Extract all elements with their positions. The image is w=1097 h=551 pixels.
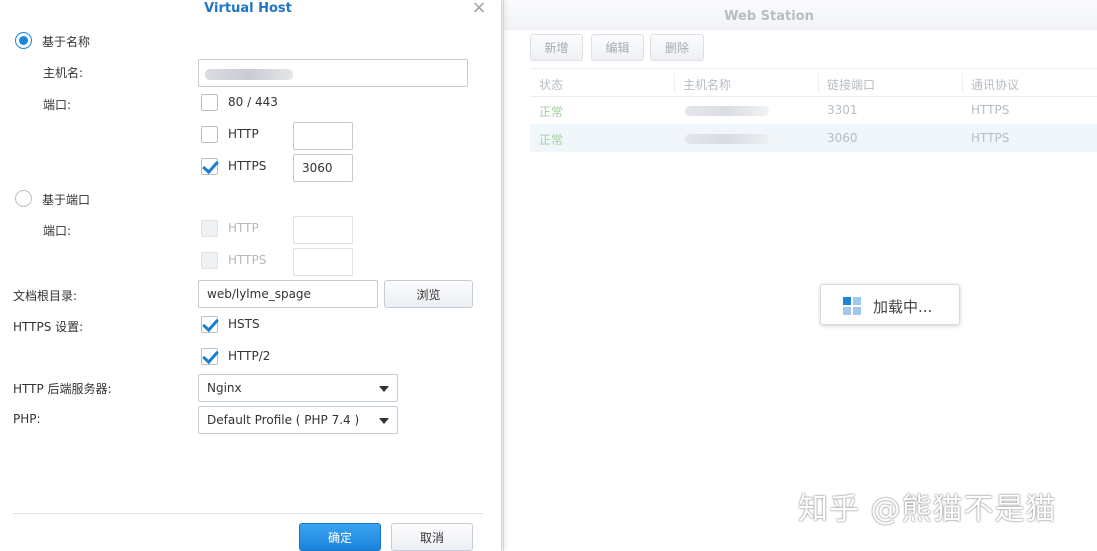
backend-value: Nginx — [207, 381, 242, 395]
column-header-protocol[interactable]: 通讯协议 — [971, 76, 1019, 93]
ok-button[interactable]: 确定 — [299, 523, 381, 551]
port-based-label: 基于端口 — [42, 193, 91, 207]
add-button[interactable]: 新增 — [530, 34, 583, 61]
loading-text: 加载中... — [873, 298, 933, 316]
web-station-title: Web Station — [724, 9, 814, 24]
dialog-title: Virtual Host — [204, 1, 292, 16]
browse-button[interactable]: 浏览 — [384, 280, 473, 308]
table-row[interactable]: 正常 3301 HTTPS — [530, 96, 1097, 124]
https-port-label: HTTPS — [228, 159, 267, 173]
http-port-input[interactable] — [293, 122, 353, 150]
hsts-checkbox[interactable] — [201, 316, 218, 333]
column-header-status[interactable]: 状态 — [539, 76, 563, 93]
https-port-input[interactable]: 3060 — [293, 154, 353, 182]
port-based-https-label: HTTPS — [228, 253, 267, 267]
port-based-https-input[interactable] — [293, 248, 353, 276]
docroot-label: 文档根目录: — [13, 289, 78, 303]
table-row[interactable]: 正常 3060 HTTPS — [530, 124, 1097, 152]
http-port-checkbox[interactable] — [201, 126, 218, 143]
https-settings-label: HTTPS 设置: — [13, 320, 84, 334]
virtual-host-dialog: Virtual Host × 基于名称 主机名: 端口: 80 / 443 HT… — [0, 0, 502, 551]
close-icon[interactable]: × — [470, 0, 488, 18]
backend-label: HTTP 后端服务器: — [13, 382, 112, 396]
table-header: 状态 主机名称 链接端口 通讯协议 — [530, 68, 1097, 97]
web-station-window: Web Station 新增 编辑 删除 状态 主机名称 链接端口 通讯协议 正… — [503, 0, 1097, 551]
delete-button[interactable]: 删除 — [650, 34, 704, 61]
dialog-divider — [13, 513, 483, 514]
watermark: 知乎 @熊猫不是猫 — [798, 492, 1057, 527]
edit-button[interactable]: 编辑 — [591, 34, 644, 61]
status-cell: 正常 — [539, 133, 564, 147]
php-label: PHP: — [13, 412, 41, 426]
port-based-http-checkbox[interactable] — [201, 220, 218, 237]
port-80-443-label: 80 / 443 — [228, 95, 278, 109]
hostname-cell-redacted — [685, 134, 769, 144]
port-cell: 3060 — [827, 131, 858, 145]
http-port-label: HTTP — [228, 127, 259, 141]
hostname-label: 主机名: — [43, 66, 84, 80]
port-based-https-checkbox[interactable] — [201, 252, 218, 269]
chevron-down-icon — [379, 418, 389, 424]
column-header-port[interactable]: 链接端口 — [827, 76, 875, 93]
column-header-hostname[interactable]: 主机名称 — [683, 76, 731, 93]
port-cell: 3301 — [827, 103, 858, 117]
http2-label: HTTP/2 — [228, 349, 271, 363]
hostname-redacted — [205, 69, 293, 80]
port-based-port-label: 端口: — [43, 224, 72, 238]
name-based-label: 基于名称 — [42, 35, 91, 49]
status-cell: 正常 — [539, 105, 564, 119]
http2-checkbox[interactable] — [201, 348, 218, 365]
port-based-radio[interactable] — [15, 190, 32, 207]
cancel-button[interactable]: 取消 — [391, 523, 473, 551]
protocol-cell: HTTPS — [971, 131, 1010, 145]
chevron-down-icon — [379, 386, 389, 392]
docroot-input[interactable]: web/lylme_spage — [198, 280, 378, 308]
protocol-cell: HTTPS — [971, 103, 1010, 117]
https-port-checkbox[interactable] — [201, 158, 218, 175]
port-label: 端口: — [43, 98, 72, 112]
port-based-http-label: HTTP — [228, 221, 259, 235]
backend-select[interactable]: Nginx — [198, 374, 398, 402]
php-select[interactable]: Default Profile ( PHP 7.4 ) — [198, 406, 398, 434]
hostname-cell-redacted — [685, 106, 769, 116]
hsts-label: HSTS — [228, 317, 260, 331]
loading-popup: 加载中... — [820, 284, 960, 325]
web-station-titlebar: Web Station — [504, 0, 1097, 30]
loading-spinner-icon — [843, 297, 861, 315]
port-80-443-checkbox[interactable] — [201, 94, 218, 111]
name-based-radio[interactable] — [15, 32, 32, 49]
hostname-input[interactable] — [198, 59, 468, 87]
port-based-http-input[interactable] — [293, 216, 353, 244]
php-value: Default Profile ( PHP 7.4 ) — [207, 413, 360, 427]
